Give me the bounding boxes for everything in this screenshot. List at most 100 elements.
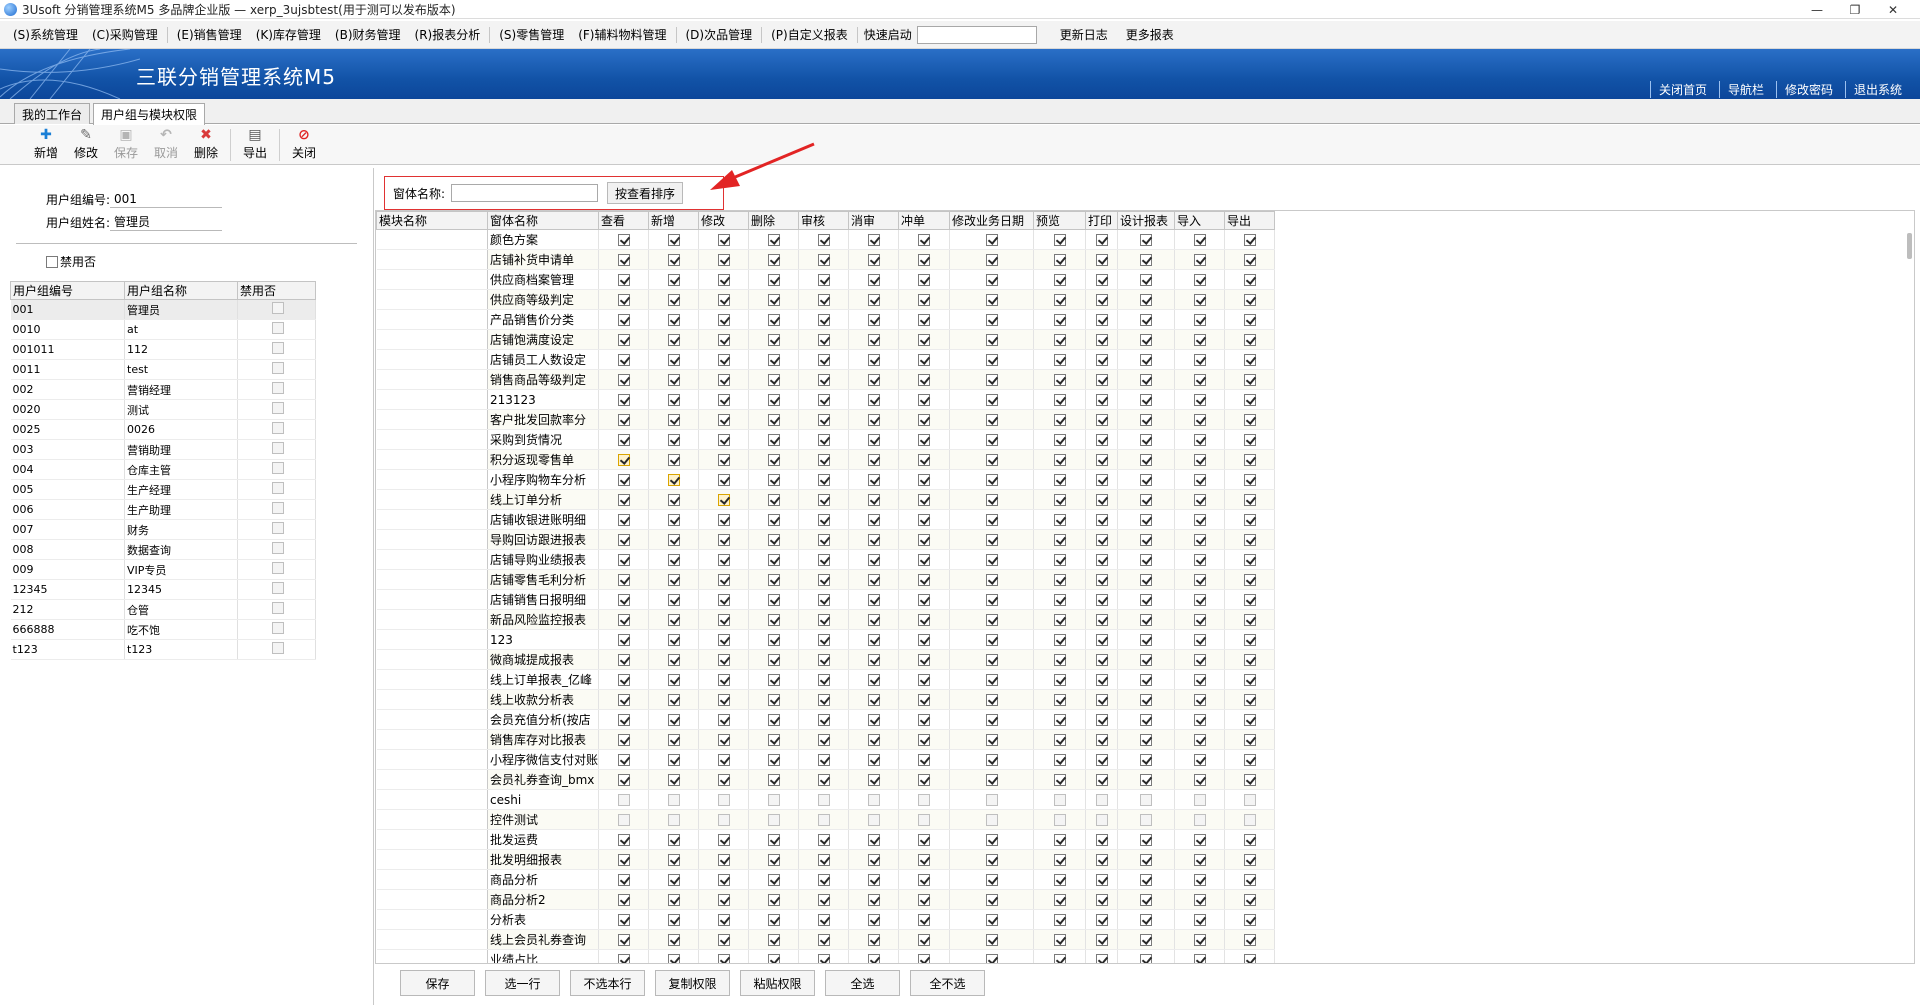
permission-cell[interactable] <box>798 729 850 750</box>
permission-cell[interactable] <box>898 389 951 410</box>
permission-cell[interactable] <box>949 329 1035 350</box>
permission-cell[interactable] <box>798 589 850 610</box>
permission-cell[interactable] <box>1174 829 1226 850</box>
permission-cell[interactable] <box>1224 889 1276 910</box>
permission-cell[interactable] <box>1174 809 1226 830</box>
permission-cell[interactable] <box>1117 729 1176 750</box>
table-row[interactable]: 005 生产经理 <box>10 479 316 500</box>
permission-cell[interactable] <box>898 409 951 430</box>
permission-cell[interactable] <box>1224 569 1276 590</box>
permission-checkbox[interactable] <box>617 474 630 486</box>
permission-checkbox[interactable] <box>1053 934 1066 946</box>
permission-cell[interactable] <box>798 549 850 570</box>
permission-checkbox[interactable] <box>717 954 730 963</box>
permission-checkbox[interactable] <box>985 594 998 606</box>
permission-cell[interactable] <box>1224 229 1276 250</box>
permission-cell[interactable] <box>1174 529 1226 550</box>
permission-cell[interactable] <box>1033 269 1087 290</box>
table-row[interactable]: 批发运费 <box>376 829 1276 850</box>
permission-checkbox[interactable] <box>817 674 830 686</box>
permission-cell[interactable] <box>1117 289 1176 310</box>
row-disabled-checkbox[interactable] <box>271 522 284 534</box>
permission-cell[interactable] <box>598 409 650 430</box>
permission-cell[interactable] <box>949 449 1035 470</box>
disabled-cell[interactable] <box>237 439 316 460</box>
permission-checkbox[interactable] <box>867 774 880 786</box>
add-button[interactable]: ✚ 新增 <box>26 126 66 164</box>
permission-cell[interactable] <box>748 789 800 810</box>
permission-checkbox[interactable] <box>918 534 931 546</box>
permission-checkbox[interactable] <box>617 714 630 726</box>
permission-cell[interactable] <box>1117 349 1176 370</box>
permission-cell[interactable] <box>1033 569 1087 590</box>
permission-checkbox[interactable] <box>1193 294 1206 306</box>
permission-checkbox[interactable] <box>918 894 931 906</box>
permission-checkbox[interactable] <box>767 374 780 386</box>
table-row[interactable]: 店铺员工人数设定 <box>376 349 1276 370</box>
col-header[interactable]: 冲单 <box>898 211 951 230</box>
permission-checkbox[interactable] <box>867 834 880 846</box>
permission-cell[interactable] <box>848 269 900 290</box>
permission-cell[interactable] <box>1224 709 1276 730</box>
permission-cell[interactable] <box>1224 689 1276 710</box>
permission-checkbox[interactable] <box>867 474 880 486</box>
permission-cell[interactable] <box>798 409 850 430</box>
col-disabled[interactable]: 禁用否 <box>237 281 316 300</box>
permission-cell[interactable] <box>1224 469 1276 490</box>
permission-checkbox[interactable] <box>717 294 730 306</box>
permission-checkbox[interactable] <box>918 914 931 926</box>
table-row[interactable]: 线上会员礼券查询 <box>376 929 1276 950</box>
permission-checkbox[interactable] <box>1243 514 1256 526</box>
permission-cell[interactable] <box>1033 309 1087 330</box>
permission-checkbox[interactable] <box>617 334 630 346</box>
permission-checkbox[interactable] <box>918 334 931 346</box>
permission-cell[interactable] <box>949 489 1035 510</box>
permission-checkbox[interactable] <box>667 874 680 886</box>
permission-checkbox[interactable] <box>767 654 780 666</box>
export-button[interactable]: ▤ 导出 <box>235 126 275 164</box>
permission-cell[interactable] <box>1174 429 1226 450</box>
permission-checkbox[interactable] <box>918 874 931 886</box>
permission-checkbox[interactable] <box>1095 714 1108 726</box>
permission-cell[interactable] <box>648 389 700 410</box>
permission-checkbox[interactable] <box>1053 774 1066 786</box>
permission-cell[interactable] <box>748 909 800 930</box>
permission-checkbox[interactable] <box>717 714 730 726</box>
permission-checkbox[interactable] <box>617 314 630 326</box>
permission-cell[interactable] <box>1224 289 1276 310</box>
permission-cell[interactable] <box>1224 729 1276 750</box>
permission-checkbox[interactable] <box>1053 314 1066 326</box>
permission-checkbox[interactable] <box>1140 774 1153 786</box>
permission-checkbox[interactable] <box>1095 774 1108 786</box>
permission-cell[interactable] <box>1174 389 1226 410</box>
permission-checkbox[interactable] <box>1053 854 1066 866</box>
permission-cell[interactable] <box>698 329 750 350</box>
permission-cell[interactable] <box>698 609 750 630</box>
permission-checkbox[interactable] <box>667 554 680 566</box>
permission-checkbox[interactable] <box>617 494 630 506</box>
permission-cell[interactable] <box>648 529 700 550</box>
permission-checkbox[interactable] <box>667 574 680 586</box>
col-header[interactable]: 打印 <box>1085 211 1119 230</box>
permission-checkbox[interactable] <box>1095 654 1108 666</box>
permission-checkbox[interactable] <box>617 554 630 566</box>
permission-checkbox[interactable] <box>985 474 998 486</box>
permission-checkbox[interactable] <box>767 894 780 906</box>
permission-checkbox[interactable] <box>918 674 931 686</box>
permission-cell[interactable] <box>1117 609 1176 630</box>
permission-checkbox[interactable] <box>717 254 730 266</box>
permission-cell[interactable] <box>1085 629 1119 650</box>
permission-checkbox[interactable] <box>1140 814 1153 826</box>
table-row[interactable]: 采购到货情况 <box>376 429 1276 450</box>
permission-checkbox[interactable] <box>1243 674 1256 686</box>
permission-cell[interactable] <box>949 589 1035 610</box>
permission-cell[interactable] <box>848 749 900 770</box>
permission-cell[interactable] <box>598 569 650 590</box>
permission-checkbox[interactable] <box>867 434 880 446</box>
permission-checkbox[interactable] <box>1053 914 1066 926</box>
permission-cell[interactable] <box>1224 929 1276 950</box>
permission-checkbox[interactable] <box>767 494 780 506</box>
minimize-icon[interactable]: — <box>1798 0 1836 19</box>
table-row[interactable]: 业绩占比 <box>376 949 1276 963</box>
permission-cell[interactable] <box>1033 789 1087 810</box>
